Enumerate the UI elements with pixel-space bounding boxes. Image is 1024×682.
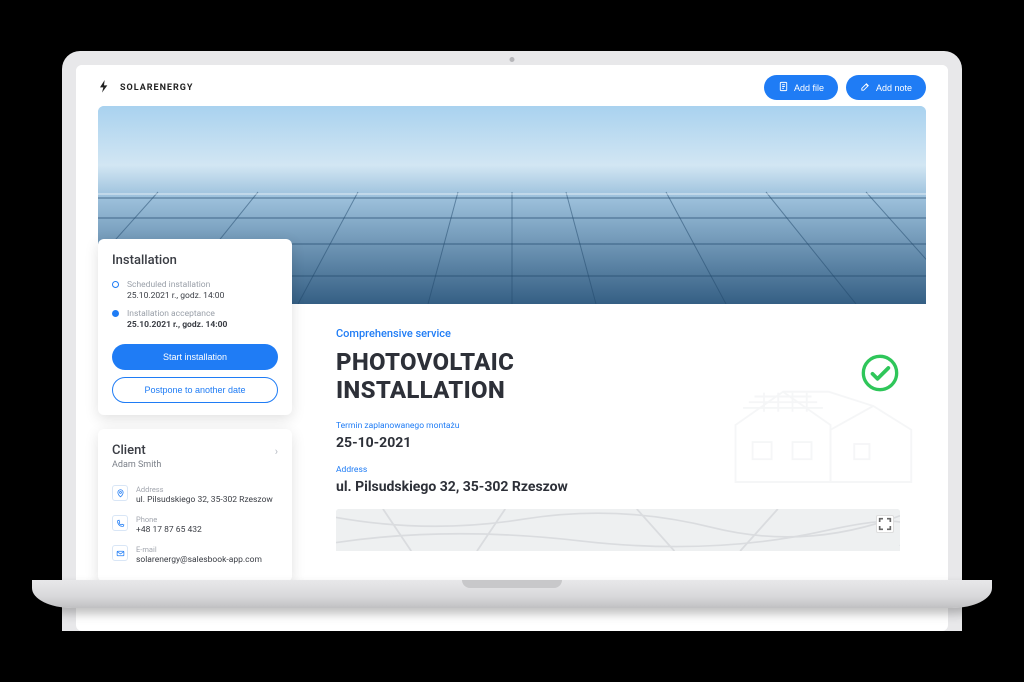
start-installation-button[interactable]: Start installation xyxy=(112,344,278,370)
add-note-button[interactable]: Add note xyxy=(846,75,926,100)
solar-icon xyxy=(98,78,114,97)
file-icon xyxy=(778,81,789,94)
email-icon xyxy=(112,545,128,561)
header-actions: Add file Add note xyxy=(764,75,926,100)
contact-email: E-mail solarenergy@salesbook-app.com xyxy=(112,540,278,570)
timeline-item-acceptance: Installation acceptance 25.10.2021 r., g… xyxy=(112,305,278,334)
chevron-right-icon: › xyxy=(275,445,278,458)
acceptance-value: 25.10.2021 r., godz. 14:00 xyxy=(127,320,227,330)
sidebar: Installation Scheduled installation 25.1… xyxy=(98,239,292,631)
scheduled-label: Scheduled installation xyxy=(127,280,224,290)
scheduled-value: 25.10.2021 r., godz. 14:00 xyxy=(127,291,224,301)
phone-icon xyxy=(112,515,128,531)
address-value: ul. Pilsudskiego 32, 35-302 Rzeszow xyxy=(136,495,273,505)
timeline-dot-filled-icon xyxy=(112,310,119,317)
laptop-notch xyxy=(462,580,562,588)
phone-value: +48 17 87 65 432 xyxy=(136,525,202,535)
map[interactable] xyxy=(336,509,900,551)
timeline-dot-icon xyxy=(112,281,119,288)
email-label: E-mail xyxy=(136,545,262,554)
note-icon xyxy=(860,81,871,94)
service-label: Comprehensive service xyxy=(336,327,900,340)
acceptance-label: Installation acceptance xyxy=(127,309,227,319)
email-value: solarenergy@salesbook-app.com xyxy=(136,555,262,565)
screen: SOLARENERGY Add file Add note xyxy=(76,65,948,631)
map-fullscreen-button[interactable] xyxy=(876,515,894,533)
brand-logo[interactable]: SOLARENERGY xyxy=(98,78,193,97)
header: SOLARENERGY Add file Add note xyxy=(76,65,948,106)
laptop-base xyxy=(32,580,992,608)
client-title: Client xyxy=(112,443,146,458)
client-name: Adam Smith xyxy=(112,460,278,470)
postpone-button[interactable]: Postpone to another date xyxy=(112,377,278,403)
check-badge-icon xyxy=(860,353,900,393)
contact-phone: Phone +48 17 87 65 432 xyxy=(112,510,278,540)
add-note-label: Add note xyxy=(876,83,912,93)
timeline-item-scheduled: Scheduled installation 25.10.2021 r., go… xyxy=(112,276,278,305)
client-card: Client › Adam Smith Address ul. Pilsudsk… xyxy=(98,429,292,582)
address-icon xyxy=(112,485,128,501)
laptop-frame: SOLARENERGY Add file Add note xyxy=(62,51,962,631)
address-label: Address xyxy=(136,485,273,494)
phone-label: Phone xyxy=(136,515,202,524)
installation-card: Installation Scheduled installation 25.1… xyxy=(98,239,292,415)
client-header[interactable]: Client › xyxy=(112,443,278,460)
add-file-button[interactable]: Add file xyxy=(764,75,838,100)
contact-address: Address ul. Pilsudskiego 32, 35-302 Rzes… xyxy=(112,480,278,510)
brand-name: SOLARENERGY xyxy=(120,83,193,93)
installation-title: Installation xyxy=(112,253,278,268)
webcam-dot xyxy=(510,57,515,62)
add-file-label: Add file xyxy=(794,83,824,93)
